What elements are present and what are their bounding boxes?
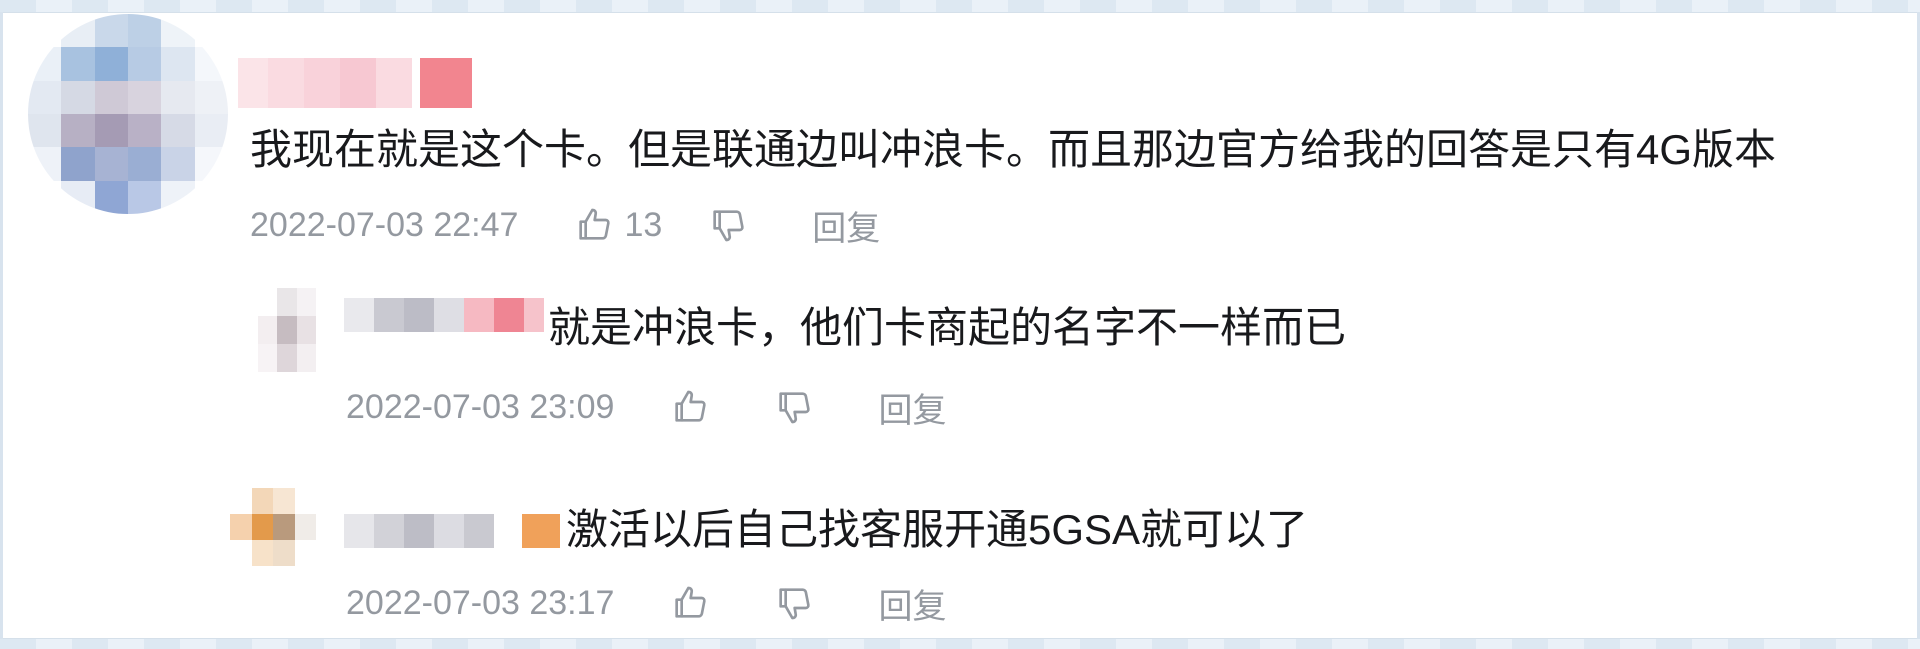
avatar[interactable] <box>28 14 228 214</box>
thumbs-down-icon <box>779 588 811 620</box>
reply-meta: 2022-07-03 23:09 回复 <box>346 382 946 432</box>
top-frame-strip <box>0 0 1920 13</box>
reply-meta: 2022-07-03 23:17 回复 <box>346 578 946 628</box>
like-button[interactable] <box>670 583 710 623</box>
dislike-button[interactable] <box>774 387 814 427</box>
like-button[interactable]: 13 <box>574 205 662 245</box>
reply-avatar[interactable] <box>258 288 316 372</box>
like-count: 13 <box>624 205 663 244</box>
bottom-frame-strip <box>0 638 1920 649</box>
dislike-button[interactable] <box>774 583 814 623</box>
username-blurred[interactable] <box>238 58 472 108</box>
thumbs-up-icon <box>675 390 707 422</box>
reply-time: 2022-07-03 23:17 <box>346 583 615 622</box>
reply-button[interactable]: 回复 <box>878 383 946 432</box>
reply-button[interactable]: 回复 <box>812 201 880 250</box>
reply-username-blurred[interactable] <box>344 514 560 548</box>
dislike-button[interactable] <box>708 205 748 245</box>
left-frame-edge <box>0 12 3 639</box>
like-button[interactable] <box>670 387 710 427</box>
reply-text: 就是冲浪卡，他们卡商起的名字不一样而已 <box>548 304 1347 351</box>
thumbs-down-icon <box>779 392 811 424</box>
thumbs-down-icon <box>713 210 744 242</box>
comment-text: 我现在就是这个卡。但是联通边叫冲浪卡。而且那边官方给我的回答是只有4G版本 <box>250 126 1777 173</box>
reply-time: 2022-07-03 23:09 <box>346 387 615 426</box>
reply-avatar[interactable] <box>230 488 316 566</box>
reply-text: 激活以后自己找客服开通5GSA就可以了 <box>566 506 1309 553</box>
thumbs-up-icon <box>675 586 707 618</box>
comment-meta: 2022-07-03 22:47 13 回复 <box>250 200 880 250</box>
reply-button[interactable]: 回复 <box>878 579 946 628</box>
thumbs-up-icon <box>579 208 611 240</box>
reply-username-blurred[interactable] <box>344 298 544 332</box>
comment-time: 2022-07-03 22:47 <box>250 205 519 244</box>
